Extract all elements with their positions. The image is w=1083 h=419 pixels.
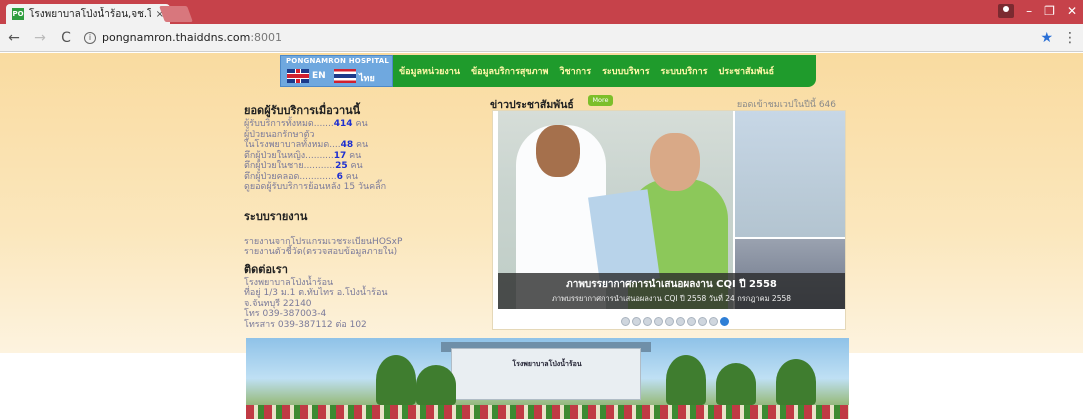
more-button[interactable]: More (588, 95, 613, 106)
stats-heading: ยอดผู้รับบริการเมื่อวานนี้ (244, 104, 361, 117)
site-info-icon[interactable]: i (84, 31, 96, 44)
news-header: ข่าวประชาสัมพันธ์ More ยอดเข้าชมเวปในปีน… (490, 95, 850, 111)
palm-tree (666, 355, 706, 405)
report-hosxp-link[interactable]: รายงานจากโปรแกรมเวชระเบียนHOSxP (244, 237, 464, 248)
slide-dot[interactable] (676, 317, 685, 326)
url-port: :8001 (250, 31, 283, 44)
visitor-count: ยอดเข้าชมเวปในปีนี้ 646 (736, 100, 836, 110)
minimize-icon[interactable]: – (1026, 4, 1032, 18)
hospital-banner-image: โรงพยาบาลโป่งน้ำร้อน (246, 338, 849, 419)
slide-dot[interactable] (665, 317, 674, 326)
stat-total-unit: คน (352, 119, 368, 129)
page-content: PONGNAMRON HOSPITAL EN ไทย ข้อมูลหน่วยงา… (0, 53, 1083, 419)
nav-item-organization[interactable]: ข้อมูลหน่วยงาน (399, 64, 460, 78)
contact-line: โรงพยาบาลโป่งน้ำร้อน (244, 277, 334, 288)
left-column: ยอดผู้รับบริการเมื่อวานนี้ ผู้รับบริการท… (244, 101, 464, 330)
flower-bed (246, 405, 849, 419)
report-indicator-link[interactable]: รายงานตัวชี้วัด(ตรวจสอบข้อมูลภายใน) (244, 247, 464, 258)
forward-arrow-icon[interactable]: → (32, 30, 48, 46)
tab-title: โรงพยาบาลโป่งน้ำร้อน,จช.โป่ (29, 8, 151, 20)
browser-toolbar: ← → C i pongnamron.thaiddns.com:8001 ★ ⋮ (0, 24, 1083, 52)
news-slider[interactable]: ภาพบรรยากาศการนำเสนอผลงาน CQI ปี 2558 ภา… (492, 110, 846, 330)
stat-ipd-unit: คน (353, 140, 369, 150)
stat-male-unit: คน (347, 161, 363, 171)
hospital-name: PONGNAMRON HOSPITAL (285, 57, 390, 65)
stat-ipd-label: ในโรงพยาบาลทั้งหมด.... (244, 140, 341, 150)
building-sign: โรงพยาบาลโป่งน้ำร้อน (512, 360, 582, 368)
thai-flag-icon[interactable] (334, 69, 356, 83)
stat-opd-label: ผู้ป่วยนอกรักษาตัว (244, 129, 315, 140)
lang-th-link[interactable]: ไทย (359, 71, 375, 85)
hospital-building: โรงพยาบาลโป่งน้ำร้อน (451, 348, 641, 400)
slide-caption-title: ภาพบรรยากาศการนำเสนอผลงาน CQI ปี 2558 (566, 279, 777, 290)
main-nav: ข้อมูลหน่วยงาน ข้อมูลบริการสุขภาพ วิชากา… (393, 55, 816, 87)
palm-tree (416, 365, 456, 405)
contact-line: ที่อยู่ 1/3 ม.1 ต.ทับไทร อ.โป่งน้ำร้อน (244, 288, 388, 298)
stat-ipd: ในโรงพยาบาลทั้งหมด....48 คน (244, 140, 464, 151)
stat-labor-ward: ตึกผู้ป่วยคลอด.............6 คน (244, 172, 464, 183)
palm-tree (376, 355, 416, 405)
stat-ipd-value: 48 (340, 140, 354, 150)
slide-thumb-top[interactable] (735, 111, 845, 237)
nav-item-health-services[interactable]: ข้อมูลบริการสุขภาพ (471, 64, 548, 78)
contact-phone: โทร 039-387003-4 (244, 309, 327, 319)
stats-history-link[interactable]: ดูยอดผู้รับบริการย้อนหลัง 15 วันคลิ๊ก (244, 182, 464, 193)
hospital-logo-box: PONGNAMRON HOSPITAL EN ไทย (280, 55, 393, 87)
stat-total: ผู้รับบริการทั้งหมด.......414 คน (244, 119, 464, 130)
slide-dot[interactable] (687, 317, 696, 326)
stat-total-label: ผู้รับบริการทั้งหมด....... (244, 119, 334, 129)
bookmark-star-icon[interactable]: ★ (1040, 30, 1053, 46)
address-bar[interactable]: i pongnamron.thaiddns.com:8001 (84, 28, 1030, 48)
slide-dot[interactable] (621, 317, 630, 326)
url-text[interactable]: pongnamron.thaiddns.com:8001 (102, 31, 282, 44)
slide-dot[interactable] (720, 317, 729, 326)
photo-person-right-head (650, 133, 700, 191)
stat-male-ward: ตึกผู้ป่วยในชาย...........25 คน (244, 161, 464, 172)
slide-dot[interactable] (654, 317, 663, 326)
stat-female-ward: ตึกผู้ป่วยในหญิง..........17 คน (244, 151, 464, 162)
slide-dot[interactable] (643, 317, 652, 326)
contact-line: จ.จันทบุรี 22140 (244, 298, 312, 309)
palm-tree (776, 359, 816, 405)
contact-fax: โทรสาร 039-387112 ต่อ 102 (244, 319, 367, 330)
url-host: pongnamron.thaiddns.com (102, 31, 251, 44)
nav-item-management[interactable]: ระบบบริหาร (602, 64, 649, 78)
new-tab-button[interactable] (159, 6, 193, 22)
back-arrow-icon[interactable]: ← (6, 30, 22, 46)
user-profile-icon[interactable] (998, 4, 1015, 18)
reload-icon[interactable]: C (58, 30, 74, 46)
nav-item-service-system[interactable]: ระบบบริการ (661, 64, 708, 78)
slide-dot[interactable] (709, 317, 718, 326)
slide-caption: ภาพบรรยากาศการนำเสนอผลงาน CQI ปี 2558 ภา… (498, 273, 845, 309)
slide-dot[interactable] (698, 317, 707, 326)
nav-item-academic[interactable]: วิชาการ (560, 64, 592, 78)
maximize-icon[interactable]: ❐ (1044, 4, 1055, 18)
slide-pagination (621, 317, 729, 326)
stat-labor-unit: คน (342, 171, 358, 182)
palm-tree (716, 363, 756, 405)
lang-en-link[interactable]: EN (312, 71, 326, 81)
stat-female-unit: คน (346, 150, 362, 161)
browser-tab[interactable]: PO โรงพยาบาลโป่งน้ำร้อน,จช.โป่ × (6, 4, 170, 24)
reports-heading: ระบบรายงาน (244, 209, 308, 223)
close-window-icon[interactable]: ✕ (1067, 4, 1077, 18)
stat-female-value: 17 (333, 150, 347, 161)
slide-dot[interactable] (632, 317, 641, 326)
photo-person-left-head (536, 125, 580, 177)
browser-menu-icon[interactable]: ⋮ (1063, 30, 1077, 46)
window-controls: – ❐ ✕ (998, 4, 1077, 18)
stat-male-label: ตึกผู้ป่วยในชาย........... (244, 161, 336, 171)
stat-labor-label: ตึกผู้ป่วยคลอด............. (244, 171, 337, 182)
stat-total-value: 414 (333, 119, 353, 129)
slide-caption-subtitle: ภาพบรรยากาศการนำเสนอผลงาน CQI ปี 2558 วั… (551, 294, 792, 303)
browser-titlebar: PO โรงพยาบาลโป่งน้ำร้อน,จช.โป่ × – ❐ ✕ (0, 0, 1083, 24)
contact-heading: ติดต่อเรา (244, 262, 288, 276)
tab-favicon-icon: PO (12, 8, 24, 20)
uk-flag-icon[interactable] (287, 69, 309, 83)
stat-male-value: 25 (335, 161, 348, 171)
nav-item-public-relations[interactable]: ประชาสัมพันธ์ (719, 64, 775, 78)
stat-female-label: ตึกผู้ป่วยในหญิง.......... (244, 150, 334, 161)
